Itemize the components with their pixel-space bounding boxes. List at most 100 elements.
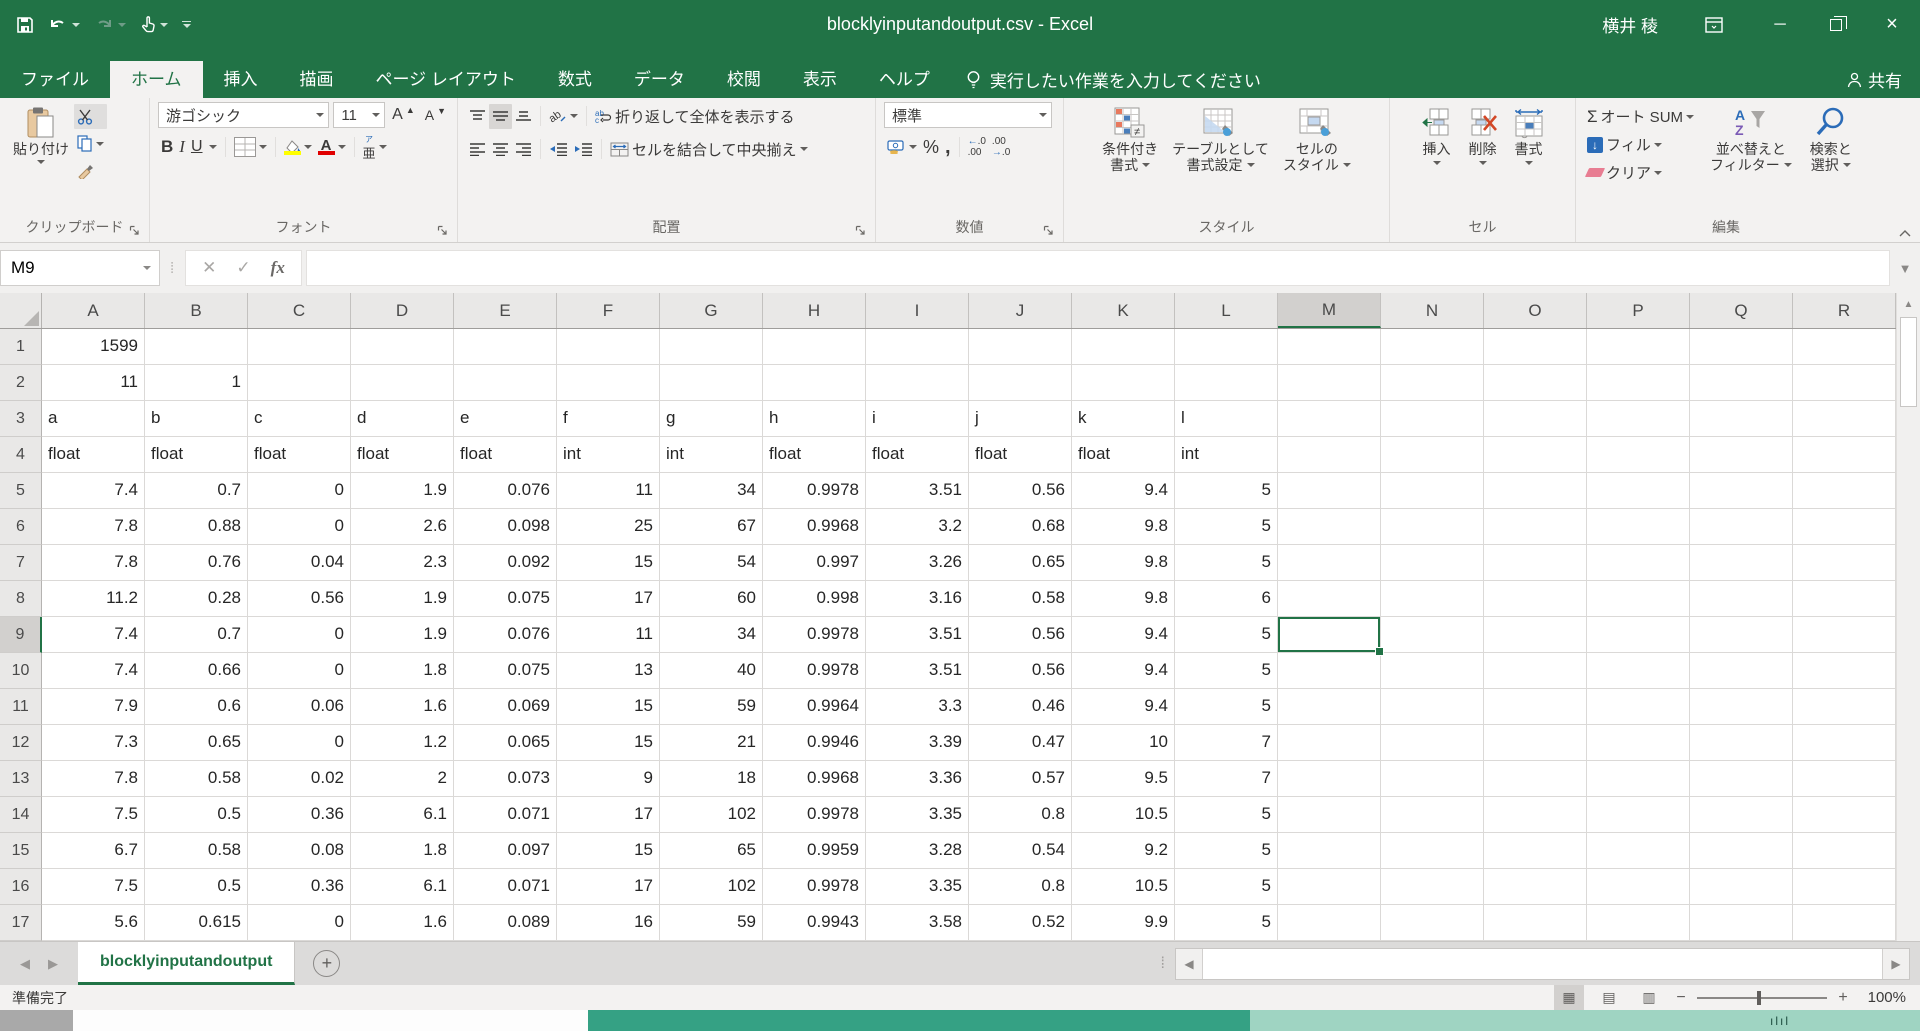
cell-M3[interactable] <box>1278 401 1381 437</box>
cell-P2[interactable] <box>1587 365 1690 401</box>
cell-G4[interactable]: int <box>660 437 763 473</box>
cell-B12[interactable]: 0.65 <box>145 725 248 761</box>
formula-input[interactable] <box>306 250 1890 286</box>
column-header-A[interactable]: A <box>42 293 145 328</box>
cell-R9[interactable] <box>1793 617 1896 653</box>
cell-N6[interactable] <box>1381 509 1484 545</box>
ribbon-display-options-icon[interactable] <box>1686 0 1742 49</box>
cell-G3[interactable]: g <box>660 401 763 437</box>
column-header-G[interactable]: G <box>660 293 763 328</box>
row-header-6[interactable]: 6 <box>0 509 42 545</box>
cell-L14[interactable]: 5 <box>1175 797 1278 833</box>
row-header-15[interactable]: 15 <box>0 833 42 869</box>
column-header-O[interactable]: O <box>1484 293 1587 328</box>
cell-A15[interactable]: 6.7 <box>42 833 145 869</box>
cell-P11[interactable] <box>1587 689 1690 725</box>
tab-data[interactable]: データ <box>613 61 706 98</box>
cell-G10[interactable]: 40 <box>660 653 763 689</box>
cell-H3[interactable]: h <box>763 401 866 437</box>
cell-J13[interactable]: 0.57 <box>969 761 1072 797</box>
cell-J17[interactable]: 0.52 <box>969 905 1072 941</box>
cell-K10[interactable]: 9.4 <box>1072 653 1175 689</box>
cell-D3[interactable]: d <box>351 401 454 437</box>
cell-K9[interactable]: 9.4 <box>1072 617 1175 653</box>
align-top-button[interactable] <box>466 104 489 129</box>
horizontal-scrollbar-thumb[interactable] <box>1202 949 1883 979</box>
cell-M4[interactable] <box>1278 437 1381 473</box>
close-button[interactable]: × <box>1864 0 1920 49</box>
cell-R15[interactable] <box>1793 833 1896 869</box>
format-painter-button[interactable] <box>74 158 107 183</box>
cell-F7[interactable]: 15 <box>557 545 660 581</box>
row-header-4[interactable]: 4 <box>0 437 42 473</box>
cell-H13[interactable]: 0.9968 <box>763 761 866 797</box>
cell-G5[interactable]: 34 <box>660 473 763 509</box>
cell-C11[interactable]: 0.06 <box>248 689 351 725</box>
cell-A5[interactable]: 7.4 <box>42 473 145 509</box>
cell-B4[interactable]: float <box>145 437 248 473</box>
row-header-12[interactable]: 12 <box>0 725 42 761</box>
cell-E5[interactable]: 0.076 <box>454 473 557 509</box>
cell-G14[interactable]: 102 <box>660 797 763 833</box>
cell-L15[interactable]: 5 <box>1175 833 1278 869</box>
cell-D13[interactable]: 2 <box>351 761 454 797</box>
cell-Q12[interactable] <box>1690 725 1793 761</box>
cell-D7[interactable]: 2.3 <box>351 545 454 581</box>
cell-A2[interactable]: 11 <box>42 365 145 401</box>
cell-F6[interactable]: 25 <box>557 509 660 545</box>
cell-H12[interactable]: 0.9946 <box>763 725 866 761</box>
cell-I3[interactable]: i <box>866 401 969 437</box>
wrap-text-button[interactable]: abc 折り返して全体を表示する <box>592 104 798 129</box>
font-size-combo[interactable]: 11 <box>333 102 385 128</box>
cell-C14[interactable]: 0.36 <box>248 797 351 833</box>
clear-button[interactable]: クリア <box>1584 160 1697 185</box>
cell-I1[interactable] <box>866 329 969 365</box>
accounting-format-button[interactable] <box>884 135 920 160</box>
cell-A1[interactable]: 1599 <box>42 329 145 365</box>
cell-E12[interactable]: 0.065 <box>454 725 557 761</box>
cell-H8[interactable]: 0.998 <box>763 581 866 617</box>
name-box[interactable]: M9 <box>0 250 160 286</box>
cell-O16[interactable] <box>1484 869 1587 905</box>
column-header-H[interactable]: H <box>763 293 866 328</box>
row-header-5[interactable]: 5 <box>0 473 42 509</box>
autosum-button[interactable]: Σ オート SUM <box>1584 104 1697 129</box>
cell-N1[interactable] <box>1381 329 1484 365</box>
format-cells-button[interactable]: 書式 <box>1509 102 1549 217</box>
cell-F10[interactable]: 13 <box>557 653 660 689</box>
align-middle-button[interactable] <box>489 104 512 129</box>
cell-O13[interactable] <box>1484 761 1587 797</box>
cell-R3[interactable] <box>1793 401 1896 437</box>
cell-H16[interactable]: 0.9978 <box>763 869 866 905</box>
cell-A10[interactable]: 7.4 <box>42 653 145 689</box>
cell-N13[interactable] <box>1381 761 1484 797</box>
cell-Q3[interactable] <box>1690 401 1793 437</box>
cell-R12[interactable] <box>1793 725 1896 761</box>
cell-J6[interactable]: 0.68 <box>969 509 1072 545</box>
cell-G11[interactable]: 59 <box>660 689 763 725</box>
font-color-button[interactable]: A <box>315 135 349 160</box>
tab-review[interactable]: 校閲 <box>706 61 782 98</box>
cell-A17[interactable]: 5.6 <box>42 905 145 941</box>
cell-M11[interactable] <box>1278 689 1381 725</box>
cell-O8[interactable] <box>1484 581 1587 617</box>
cell-O3[interactable] <box>1484 401 1587 437</box>
cell-H7[interactable]: 0.997 <box>763 545 866 581</box>
cell-R2[interactable] <box>1793 365 1896 401</box>
column-header-P[interactable]: P <box>1587 293 1690 328</box>
cell-I14[interactable]: 3.35 <box>866 797 969 833</box>
cell-A11[interactable]: 7.9 <box>42 689 145 725</box>
cell-I16[interactable]: 3.35 <box>866 869 969 905</box>
cell-R7[interactable] <box>1793 545 1896 581</box>
alignment-dialog-launcher-icon[interactable] <box>855 225 866 236</box>
cell-I13[interactable]: 3.36 <box>866 761 969 797</box>
cell-H14[interactable]: 0.9978 <box>763 797 866 833</box>
cell-I9[interactable]: 3.51 <box>866 617 969 653</box>
cell-L16[interactable]: 5 <box>1175 869 1278 905</box>
increase-font-size-button[interactable]: A▲ <box>389 103 418 128</box>
cell-J16[interactable]: 0.8 <box>969 869 1072 905</box>
cell-A3[interactable]: a <box>42 401 145 437</box>
row-header-14[interactable]: 14 <box>0 797 42 833</box>
cell-O5[interactable] <box>1484 473 1587 509</box>
cell-A13[interactable]: 7.8 <box>42 761 145 797</box>
